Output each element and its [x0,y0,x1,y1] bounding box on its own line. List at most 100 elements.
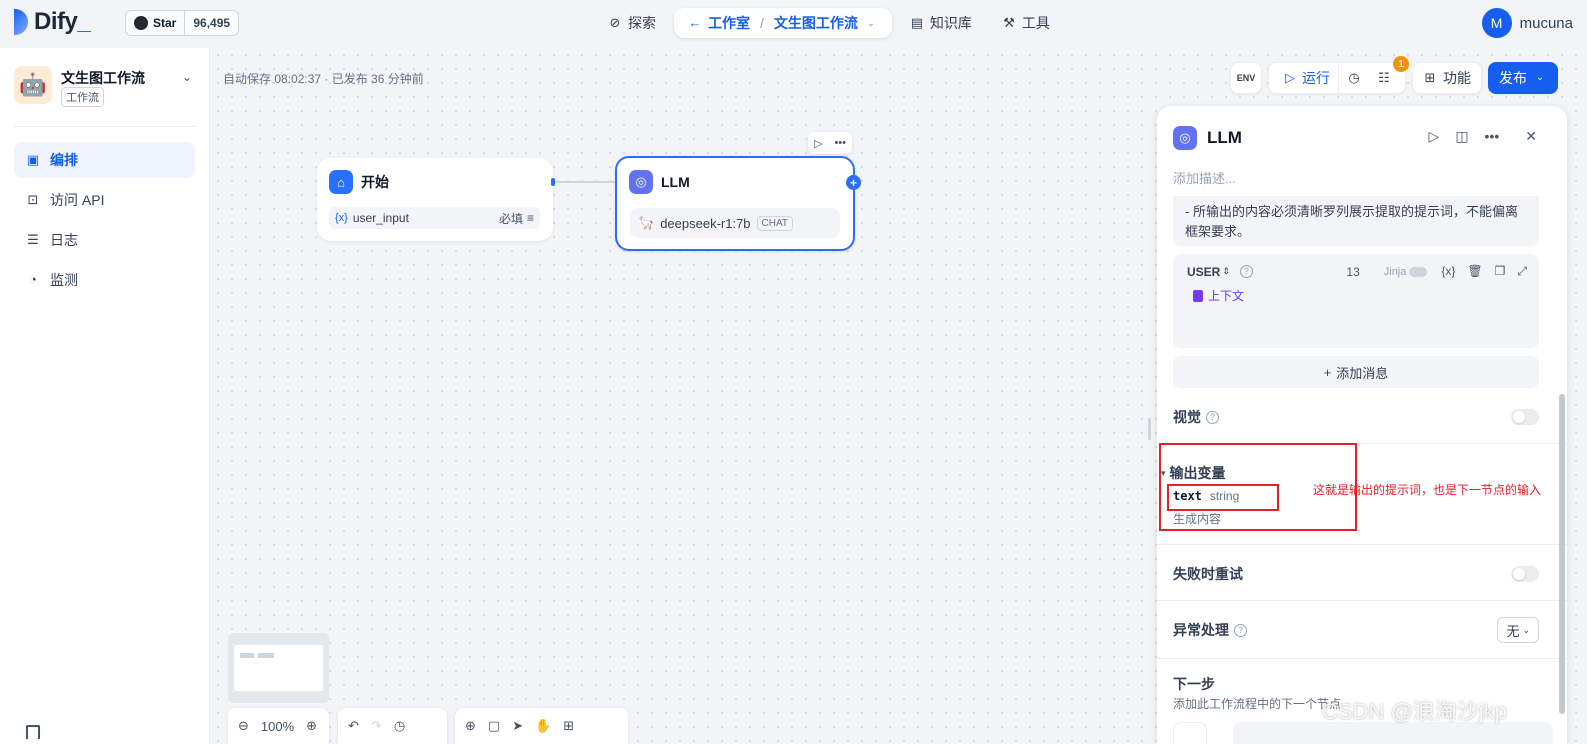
more-icon[interactable]: ••• [834,137,846,149]
jinja-toggle[interactable] [1409,266,1428,277]
panel-resize-handle[interactable] [1148,418,1151,440]
nav-current-app[interactable]: 文生图工作流 [774,13,858,33]
chevron-down-icon: ⌄ [1522,624,1530,635]
history-icon[interactable]: ◷ [394,718,405,734]
retry-toggle[interactable] [1511,566,1539,582]
run-node-icon[interactable]: ▷ [814,137,822,150]
organize-icon[interactable]: ⊞ [563,718,574,734]
vision-toggle[interactable] [1511,409,1539,425]
start-variable-name: user_input [352,211,409,225]
retry-label: 失败时重试 [1173,566,1243,582]
user-message-editor[interactable]: USER ⇕ ? 13 Jinja {x} 🗑 ❐ ⤢ 上下文 [1173,254,1539,348]
canvas-toolbar: ENV ▷ 运行 ◷ ☷ 1 ⊞ 功能 发布 ⌄ [1230,56,1558,94]
error-handling-label: 异常处理 [1173,622,1229,638]
zoom-level[interactable]: 100% [261,719,294,734]
more-icon[interactable]: ••• [1485,128,1500,145]
pointer-icon[interactable]: ➤ [512,718,523,734]
app-avatar-icon: 🤖 [14,66,52,104]
sidebar-item-orchestrate[interactable]: ▣ 编排 [14,142,195,178]
publish-button[interactable]: 发布 ⌄ [1488,62,1558,94]
sidebar-item-logs[interactable]: ☰ 日志 [14,222,195,258]
ollama-icon: 🦙 [638,215,655,230]
document-icon [1193,289,1203,302]
required-label: 必填 [498,211,523,226]
help-icon: ? [1234,623,1247,637]
chevron-down-icon: ⌄ [867,18,875,28]
run-button[interactable]: ▷ 运行 [1275,63,1339,93]
dify-logo[interactable]: Dify _ [14,8,91,36]
model-mode-chip: CHAT [756,215,794,231]
hand-icon[interactable]: ✋ [535,718,551,734]
user-menu[interactable]: M mucuna [1481,8,1573,38]
hammer-icon: ⚒ [1003,15,1015,30]
message-role-select[interactable]: USER [1187,265,1220,279]
add-note-icon[interactable]: ▢ [488,718,500,734]
description-input[interactable]: 添加描述... [1173,168,1236,187]
help-icon: ? [1206,410,1219,424]
zoom-controls: ⊖ 100% ⊕ [228,708,329,744]
error-handling-row: 异常处理 ? 无 ⌄ [1173,617,1539,643]
watermark: CSDN @浪淘沙jkp [1322,699,1507,724]
zoom-out-icon[interactable]: ⊖ [238,718,249,734]
llm-model[interactable]: 🦙 deepseek-r1:7b CHAT [630,208,840,238]
node-actions: ▷ ••• [808,132,852,154]
error-handling-select[interactable]: 无 ⌄ [1497,617,1539,643]
sidebar-item-api[interactable]: ⊡ 访问 API [14,182,195,218]
nav-explore[interactable]: ⊘ 探索 [596,8,668,38]
undo-icon[interactable]: ↶ [348,718,359,734]
panel-scrollbar[interactable] [1559,394,1565,714]
redo-icon[interactable]: ↷ [371,718,382,734]
collapse-sidebar-icon[interactable] [26,725,40,739]
dify-logo-mark-icon [14,9,28,35]
sort-icon: ⇕ [1222,266,1230,276]
start-node-title: 开始 [361,174,389,190]
chevron-down-icon: ⌄ [1535,72,1545,83]
canvas-tools: ⊕ ▢ ➤ ✋ ⊞ [455,708,628,744]
sidebar-divider [14,126,196,127]
llm-node[interactable]: ◎ LLM 🦙 deepseek-r1:7b CHAT [615,156,855,251]
expand-icon[interactable]: ⤢ [1517,264,1527,279]
run-step-icon[interactable]: ▷ [1429,128,1440,145]
add-node-icon[interactable]: ⊕ [465,718,476,734]
trash-icon[interactable]: 🗑 [1467,264,1482,279]
plus-icon: + [1323,364,1332,380]
next-step-title: 下一步 [1173,676,1215,692]
app-name: 文生图工作流 [61,70,145,86]
split-view-icon[interactable]: ◫ [1455,128,1468,145]
llm-model-name: deepseek-r1:7b [660,215,751,231]
sidebar-item-monitoring[interactable]: ◔ 监测 [14,262,195,298]
avatar: M [1481,8,1512,38]
node-config-panel: ◎ LLM ▷ ◫ ••• ✕ 添加描述... - 所输出的内容必须清晰罗列展示… [1157,106,1567,744]
edge-start-llm[interactable] [553,181,615,183]
vision-row: 视觉 ? [1173,407,1539,427]
start-node[interactable]: ⌂ 开始 {x} user_input 必填 ≡ [317,158,553,241]
jinja-label: Jinja [1383,265,1407,278]
app-switcher[interactable]: 🤖 文生图工作流 工作流 ⌄ [14,66,196,126]
features-button[interactable]: ⊞ 功能 [1412,62,1482,94]
insert-variable-icon[interactable]: {x} [1441,264,1455,279]
nav-studio[interactable]: ← 工作室 / 文生图工作流 ⌄ [674,8,892,38]
panel-title[interactable]: LLM [1207,128,1242,148]
github-star-button[interactable]: Star 96,495 [125,10,240,36]
run-group: ▷ 运行 ◷ ☷ 1 [1268,56,1409,94]
zoom-in-icon[interactable]: ⊕ [306,718,317,734]
copy-icon[interactable]: ❐ [1495,264,1506,279]
start-variable[interactable]: {x} user_input 必填 ≡ [329,207,540,229]
system-prompt-tail[interactable]: - 所输出的内容必须清晰罗列展示提取的提示词，不能偏离框架要求。 [1173,196,1539,246]
nav-studio-label: 工作室 [708,15,750,31]
sidebar: 🤖 文生图工作流 工作流 ⌄ ▣ 编排 ⊡ 访问 API ☰ 日志 ◔ 监测 [0,48,210,744]
arrow-left-icon: ← [688,15,702,30]
autosave-status: 自动保存 08:02:37 · 已发布 36 分钟前 [223,72,424,86]
close-icon[interactable]: ✕ [1525,128,1537,145]
app-type-tag: 工作流 [61,87,104,107]
history-button[interactable]: ◷ [1339,63,1369,93]
context-variable[interactable]: 上下文 [1193,287,1244,304]
add-message-button[interactable]: + 添加消息 [1173,356,1539,388]
start-output-handle[interactable] [551,178,555,186]
env-button[interactable]: ENV [1230,62,1262,94]
nav-knowledge[interactable]: ▤ 知识库 [898,8,984,38]
terminal-icon: ⊡ [27,192,39,207]
minimap[interactable] [228,633,329,703]
nav-tools[interactable]: ⚒ 工具 [990,8,1062,38]
add-next-node-button[interactable]: + [846,175,861,190]
